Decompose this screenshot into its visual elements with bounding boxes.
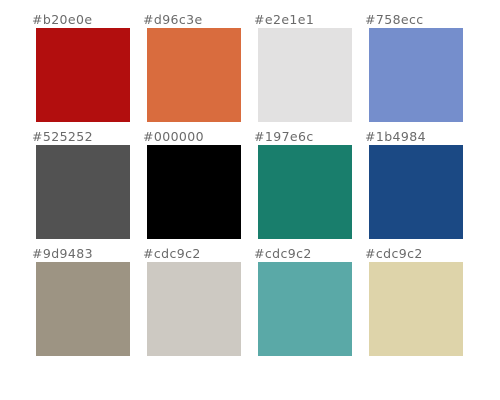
swatch-color-box <box>369 262 463 356</box>
color-swatch: #525252 <box>30 129 141 246</box>
swatch-color-box <box>36 145 130 239</box>
swatch-color-box <box>147 145 241 239</box>
swatch-color-box <box>258 145 352 239</box>
swatch-color-box <box>147 28 241 122</box>
swatch-hex-label: #b20e0e <box>32 12 93 27</box>
swatch-color-box <box>369 145 463 239</box>
swatch-hex-label: #cdc9c2 <box>143 246 201 261</box>
swatch-color-box <box>147 262 241 356</box>
color-swatch: #197e6c <box>252 129 363 246</box>
color-swatch: #d96c3e <box>141 12 252 129</box>
color-swatch: #e2e1e1 <box>252 12 363 129</box>
swatch-hex-label: #000000 <box>143 129 204 144</box>
swatch-hex-label: #e2e1e1 <box>254 12 315 27</box>
swatch-color-box <box>258 262 352 356</box>
swatch-hex-label: #197e6c <box>254 129 314 144</box>
swatch-hex-label: #9d9483 <box>32 246 93 261</box>
color-palette-grid: #b20e0e #d96c3e #e2e1e1 #758ecc #525252 … <box>30 12 480 372</box>
swatch-hex-label: #758ecc <box>365 12 424 27</box>
swatch-color-box <box>36 262 130 356</box>
swatch-hex-label: #cdc9c2 <box>254 246 312 261</box>
swatch-hex-label: #525252 <box>32 129 93 144</box>
swatch-color-box <box>258 28 352 122</box>
color-swatch: #000000 <box>141 129 252 246</box>
color-swatch: #758ecc <box>363 12 474 129</box>
swatch-color-box <box>36 28 130 122</box>
swatch-hex-label: #1b4984 <box>365 129 426 144</box>
color-swatch: #cdc9c2 <box>141 246 252 363</box>
color-swatch: #b20e0e <box>30 12 141 129</box>
swatch-hex-label: #cdc9c2 <box>365 246 423 261</box>
color-swatch: #1b4984 <box>363 129 474 246</box>
swatch-color-box <box>369 28 463 122</box>
swatch-hex-label: #d96c3e <box>143 12 203 27</box>
color-swatch: #cdc9c2 <box>363 246 474 363</box>
color-swatch: #cdc9c2 <box>252 246 363 363</box>
color-swatch: #9d9483 <box>30 246 141 363</box>
